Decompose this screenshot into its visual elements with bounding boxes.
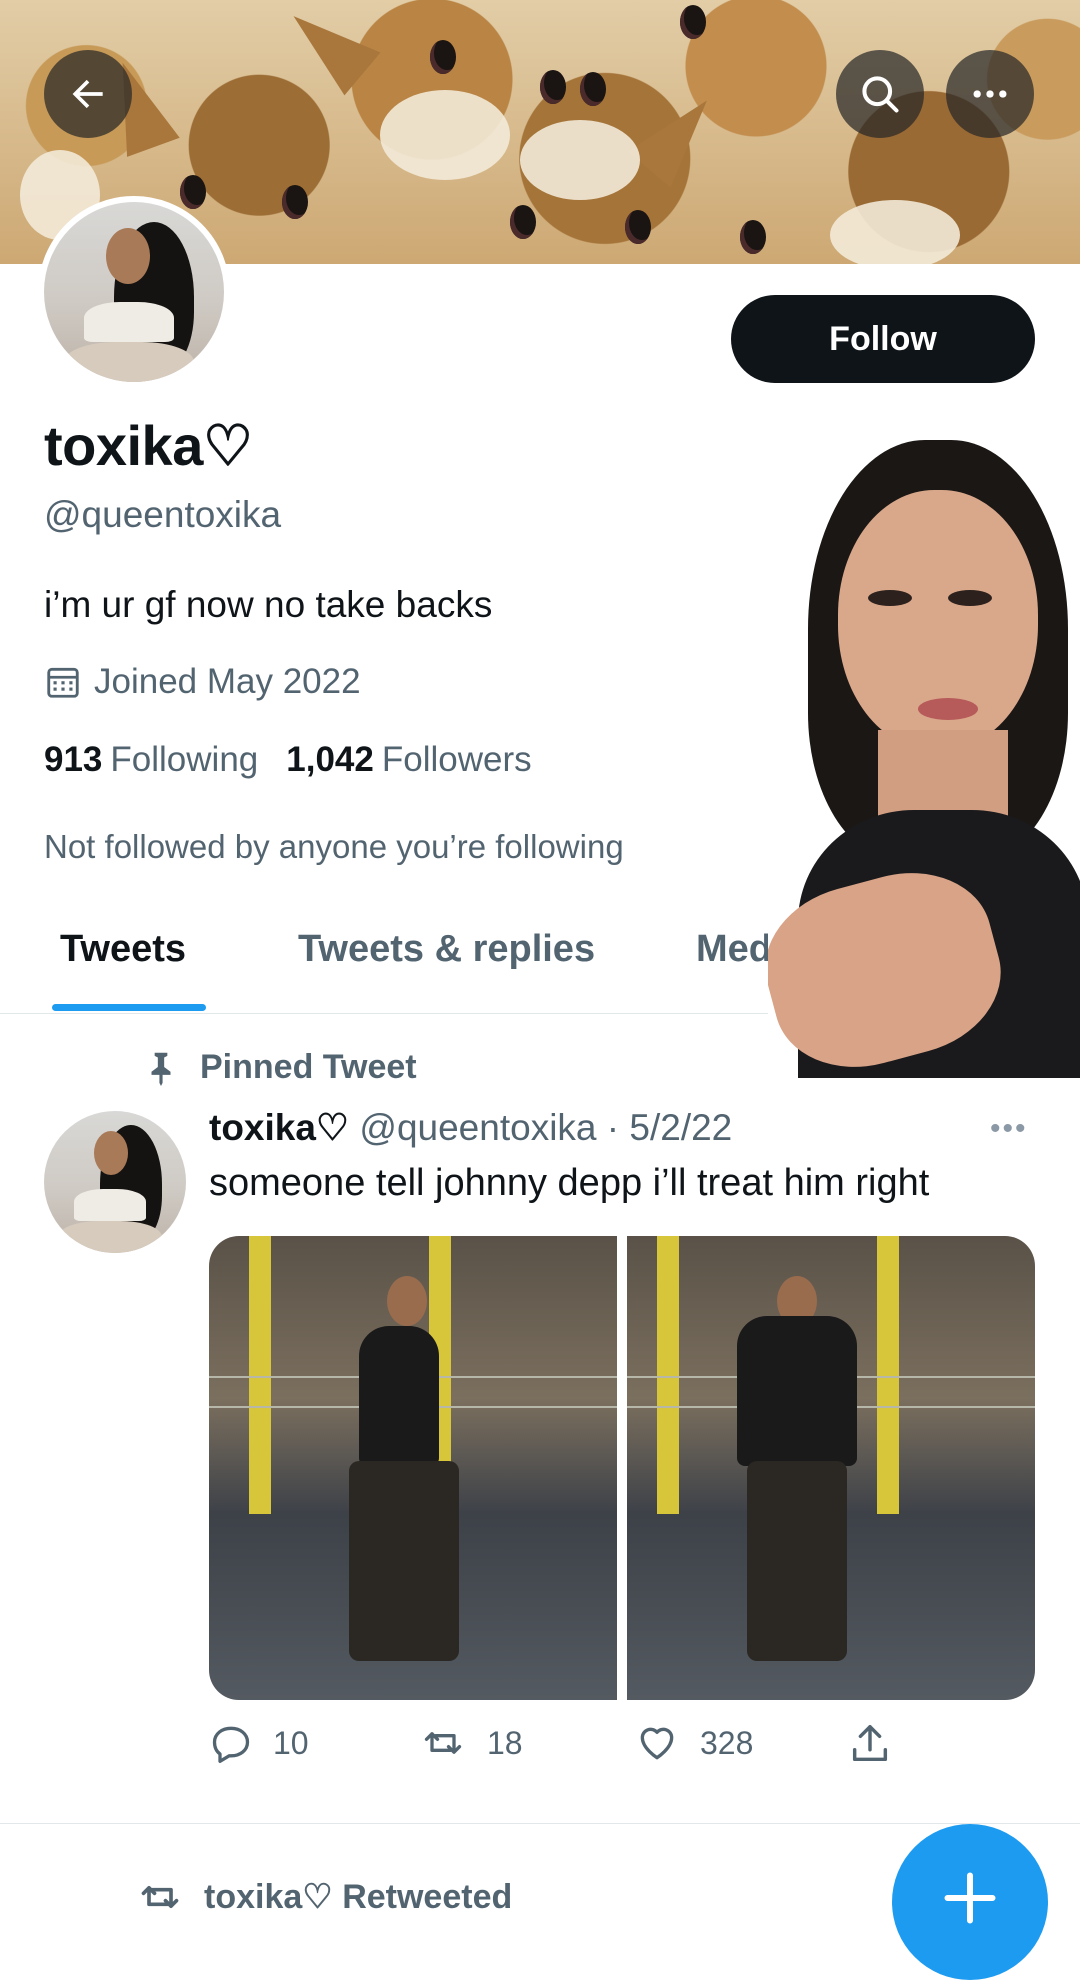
back-button[interactable] — [44, 50, 132, 138]
plus-icon — [944, 1872, 996, 1924]
banner-decoration — [680, 5, 706, 39]
banner-decoration — [380, 90, 510, 180]
photo-detail — [359, 1326, 439, 1466]
follow-button[interactable]: Follow — [731, 295, 1035, 383]
reply-count: 10 — [273, 1724, 309, 1761]
photo-detail — [387, 1276, 427, 1326]
banner-decoration — [830, 200, 960, 264]
avatar-image-part — [84, 302, 174, 342]
tweet-media-grid — [209, 1236, 1035, 1700]
banner-decoration — [180, 175, 206, 209]
tab-tweets-and-replies[interactable]: Tweets & replies — [298, 928, 595, 971]
profile-avatar[interactable] — [38, 196, 230, 388]
share-icon — [852, 1725, 888, 1762]
retweet-icon — [141, 1886, 179, 1908]
banner-decoration — [510, 205, 536, 239]
photo-detail — [747, 1461, 847, 1661]
joined-date-text: Joined May 2022 — [94, 662, 361, 701]
tweet-more-button[interactable]: ••• — [990, 1112, 1028, 1146]
tweet-divider — [0, 1823, 1080, 1824]
banner-decoration — [625, 210, 651, 244]
photo-detail — [737, 1316, 857, 1466]
banner-decoration — [430, 40, 456, 74]
banner-decoration — [520, 120, 640, 200]
overlay-lips — [918, 698, 978, 720]
follow-stats: 913 Following 1,042 Followers — [44, 740, 532, 780]
tweet-author-name[interactable]: toxika♡ — [209, 1107, 349, 1148]
following-link[interactable]: 913 Following — [44, 740, 258, 780]
retweeted-label: toxika♡ Retweeted — [136, 1875, 512, 1919]
pin-icon — [151, 1052, 171, 1086]
avatar-image-part — [64, 342, 194, 382]
followers-label: Followers — [381, 740, 532, 779]
search-icon — [862, 76, 899, 113]
calendar-icon — [47, 667, 79, 698]
banner-decoration — [282, 185, 308, 219]
tweet-photo-2[interactable] — [627, 1236, 1035, 1700]
retweet-button[interactable]: 18 — [419, 1721, 523, 1765]
tweet-author-handle[interactable]: @queentoxika — [359, 1107, 596, 1148]
tweet-author-avatar[interactable] — [44, 1111, 186, 1253]
banner-decoration — [540, 70, 566, 104]
more-button[interactable] — [946, 50, 1034, 138]
tweet-text: someone tell johnny depp i’ll treat him … — [209, 1162, 930, 1204]
creator-overlay-image — [768, 430, 1080, 1078]
reply-button[interactable]: 10 — [209, 1721, 309, 1765]
retweeted-label-text: toxika♡ Retweeted — [204, 1878, 513, 1916]
tweet-header: toxika♡ @queentoxika · 5/2/22 — [209, 1106, 732, 1149]
following-label: Following — [110, 740, 259, 779]
search-button[interactable] — [836, 50, 924, 138]
photo-detail — [349, 1461, 459, 1661]
overlay-eye — [948, 590, 992, 606]
following-count: 913 — [44, 740, 103, 779]
avatar-image-part — [74, 1189, 146, 1221]
avatar-image-part — [94, 1131, 128, 1175]
followers-link[interactable]: 1,042 Followers — [286, 740, 531, 780]
reply-icon — [212, 1726, 250, 1763]
overlay-eye — [868, 590, 912, 606]
tweet-actions: 10 18 328 — [209, 1721, 1035, 1771]
banner-decoration — [740, 220, 766, 254]
avatar-image-part — [106, 228, 150, 284]
share-button[interactable] — [847, 1721, 893, 1767]
avatar-image-part — [58, 1221, 162, 1253]
pinned-label-text: Pinned Tweet — [200, 1047, 417, 1086]
heart-icon — [640, 1727, 674, 1760]
followers-count: 1,042 — [286, 740, 374, 779]
banner-decoration — [627, 82, 729, 188]
banner-decoration — [580, 72, 606, 106]
banner-decoration — [275, 0, 381, 96]
profile-display-name: toxika♡ — [44, 414, 253, 477]
compose-tweet-button[interactable] — [892, 1824, 1048, 1980]
like-count: 328 — [700, 1724, 754, 1761]
profile-bio: i’m ur gf now no take backs — [44, 584, 493, 625]
tweet-photo-1[interactable] — [209, 1236, 617, 1700]
retweet-icon — [424, 1732, 462, 1754]
active-tab-indicator — [52, 1004, 206, 1011]
tab-tweets[interactable]: Tweets — [60, 928, 186, 971]
profile-handle: @queentoxika — [44, 494, 282, 535]
not-followed-notice: Not followed by anyone you’re following — [44, 828, 624, 865]
joined-date: Joined May 2022 — [44, 662, 361, 702]
pinned-tweet-label: Pinned Tweet — [142, 1046, 417, 1088]
like-button[interactable]: 328 — [634, 1721, 753, 1765]
retweet-count: 18 — [487, 1724, 523, 1761]
more-horizontal-icon — [973, 90, 1007, 98]
arrow-left-icon — [72, 79, 103, 109]
tweet-date[interactable]: · 5/2/22 — [607, 1107, 732, 1148]
